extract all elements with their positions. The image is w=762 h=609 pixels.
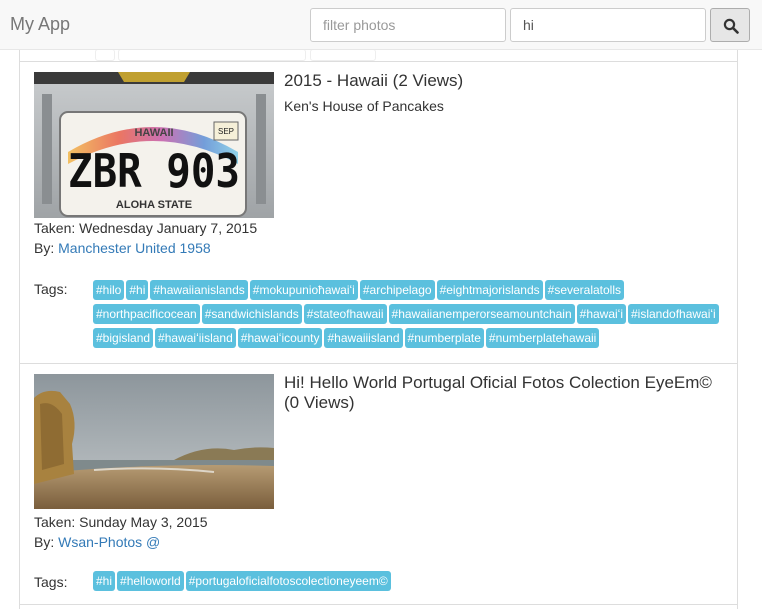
photo-thumbnail[interactable] — [34, 374, 274, 520]
tag-badge[interactable]: #helloworld — [117, 571, 184, 591]
tag-badge[interactable]: #portugaloficialfotoscolectioneyeem© — [185, 571, 391, 591]
results-list: HAWAII SEP ZBR 903 ALOHA STATE 2015 - Ha… — [19, 50, 738, 609]
tag-badge[interactable]: #stateofhawaii — [303, 304, 387, 324]
tag-badge[interactable]: #hawaiianemperorseamountchain — [388, 304, 575, 324]
tag-badge[interactable]: #northpacificocean — [93, 304, 200, 324]
list-divider — [20, 604, 737, 605]
tag-badge[interactable]: #hi — [126, 280, 149, 300]
photo-title[interactable]: 2015 - Hawaii (2 Views) — [284, 71, 724, 91]
photo-result-item: HAWAII SEP ZBR 903 ALOHA STATE 2015 - Ha… — [20, 61, 737, 363]
photo-author: By: Manchester United 1958 — [34, 240, 211, 256]
tag-badge[interactable]: #hawaiʻiisland — [155, 328, 236, 348]
filter-photos-input[interactable] — [310, 8, 506, 42]
search-query-input[interactable] — [510, 8, 706, 42]
tag-badge[interactable]: #hi — [93, 571, 116, 591]
tag-badge[interactable]: #islandofhawaiʻi — [628, 304, 719, 324]
tag-badge[interactable]: #hawaiiisland — [324, 328, 403, 348]
tag-badge[interactable]: #archipelago — [359, 280, 435, 300]
tag-list: #hilo #hi #hawaiianislands #mokupunioħawaiʻ… — [93, 280, 723, 352]
search-icon — [723, 18, 739, 34]
top-navbar: My App — [0, 0, 762, 50]
tag-badge[interactable]: #sandwichislands — [201, 304, 302, 324]
plate-slogan-text: ALOHA STATE — [116, 199, 192, 211]
tag-badge[interactable]: #bigisland — [93, 328, 154, 348]
plate-state-text: HAWAII — [134, 127, 173, 139]
tag-badge[interactable]: #hawaiianislands — [150, 280, 248, 300]
plate-sticker-text: SEP — [218, 127, 234, 136]
tags-label: Tags: — [34, 574, 68, 590]
author-link[interactable]: Wsan-Photos @ — [58, 534, 160, 550]
photo-thumbnail[interactable]: HAWAII SEP ZBR 903 ALOHA STATE — [34, 72, 274, 218]
plate-number-text: ZBR 903 — [68, 144, 240, 198]
photo-taken-date: Taken: Sunday May 3, 2015 — [34, 514, 208, 530]
author-link[interactable]: Manchester United 1958 — [58, 240, 211, 256]
photo-location: Ken's House of Pancakes — [284, 98, 444, 114]
tag-badge[interactable]: #hawaiʻicounty — [237, 328, 323, 348]
tag-badge[interactable]: #hilo — [93, 280, 125, 300]
tag-badge[interactable]: #mokupunioħawaiʻi — [249, 280, 358, 300]
photo-title[interactable]: Hi! Hello World Portugal Oficial Fotos C… — [284, 373, 724, 413]
tag-badge[interactable]: #severalatolls — [544, 280, 625, 300]
tag-badge[interactable]: #numberplate — [404, 328, 484, 348]
tag-badge[interactable]: #numberplatehawaii — [485, 328, 600, 348]
tag-list: #hi #helloworld #portugaloficialfotoscolec… — [93, 571, 723, 595]
tags-label: Tags: — [34, 281, 68, 297]
tag-badge[interactable]: #eightmajorislands — [436, 280, 543, 300]
photo-author: By: Wsan-Photos @ — [34, 534, 161, 550]
tag-badge[interactable]: #hawaiʻi — [576, 304, 626, 324]
app-brand[interactable]: My App — [10, 14, 70, 35]
photo-result-item: Hi! Hello World Portugal Oficial Fotos C… — [20, 363, 737, 604]
photo-taken-date: Taken: Wednesday January 7, 2015 — [34, 220, 258, 236]
search-button[interactable] — [710, 8, 750, 42]
